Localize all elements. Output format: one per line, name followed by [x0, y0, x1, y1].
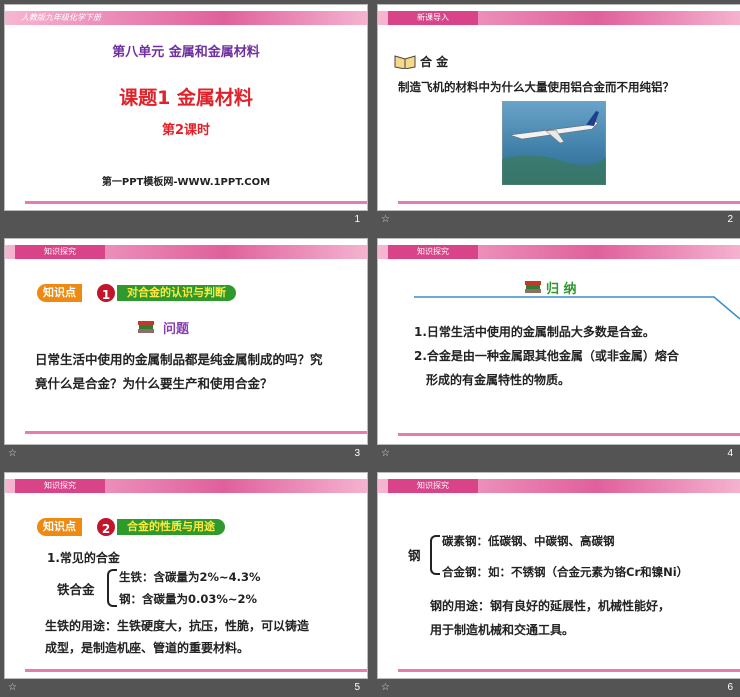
star-icon: ☆: [8, 448, 17, 459]
credit-text: 第一PPT模板网-WWW.1PPT.COM: [101, 177, 271, 188]
slide-number: 5: [354, 682, 360, 693]
slide-1-canvas: 人教版九年级化学下册 第八单元 金属和金属材料 课题1 金属材料 第2课时 第一…: [4, 4, 368, 211]
slide-footer: ☆ 5: [4, 679, 368, 697]
divider: [398, 669, 740, 672]
decor-line: [414, 296, 740, 320]
slide-3-canvas: 知识探究 知识点 对合金的认识与判断 1 问题 日常生活中使用的金属制品都是纯金…: [4, 238, 368, 445]
kp-number: 1: [95, 282, 117, 304]
section-heading: 问题: [163, 322, 190, 337]
kp-label: 知识点: [37, 284, 82, 302]
brace: [107, 569, 117, 607]
slide-thumbnail-1[interactable]: 人教版九年级化学下册 第八单元 金属和金属材料 课题1 金属材料 第2课时 第一…: [4, 4, 368, 229]
section-header: 知识探究: [15, 479, 105, 493]
slide-2-canvas: 新课导入 合 金 制造飞机的材料中为什么大量使用铝合金而不用纯铝？: [377, 4, 740, 211]
body-line-1: 日常生活中使用的金属制品都是纯金属制成的吗？究: [35, 352, 323, 367]
brace: [430, 535, 440, 575]
kp-number: 2: [95, 516, 117, 538]
kp-title: 合金的性质与用途: [117, 519, 225, 535]
slide-footer: ☆ 4: [377, 445, 740, 463]
slide-footer: 1: [4, 211, 368, 229]
topic-title: 合 金: [420, 55, 449, 69]
slide-thumbnail-4[interactable]: 知识探究 归 纳 1.日常生活中使用的金属制品大多数是合金。 2.合金是由一种金…: [377, 238, 740, 463]
slide-footer: ☆ 2: [377, 211, 740, 229]
body-line-2: 2.合金是由一种金属跟其他金属（或非金属）熔合: [414, 349, 679, 363]
group-label: 钢: [408, 548, 421, 563]
lesson-subtitle: 第2课时: [161, 123, 211, 138]
star-icon: ☆: [8, 682, 17, 693]
item-1: 碳素钢：低碳钢、中碳钢、高碳钢: [442, 534, 615, 548]
body-line-2: 用于制造机械和交通工具。: [430, 623, 575, 637]
divider: [25, 669, 367, 672]
lesson-title: 课题1 金属材料: [119, 87, 253, 109]
divider: [25, 201, 367, 204]
slide-5-canvas: 知识探究 知识点 合金的性质与用途 2 1.常见的合金 铁合金 生铁：含碳量为2…: [4, 472, 368, 679]
section-header: 新课导入: [388, 11, 478, 25]
body-line-1: 生铁的用途：生铁硬度大，抗压，性脆，可以铸造: [45, 619, 310, 633]
body-line-2: 成型，是制造机座、管道的重要材料。: [45, 641, 250, 655]
star-icon: ☆: [381, 448, 390, 459]
item-1: 生铁：含碳量为2%~4.3%: [119, 570, 261, 584]
body-line-3: 形成的有金属特性的物质。: [426, 373, 571, 387]
section-header: 知识探究: [15, 245, 105, 259]
star-icon: ☆: [381, 214, 390, 225]
book-icon: [525, 281, 541, 293]
book-icon: [394, 55, 416, 69]
body-line-1: 钢的用途：钢有良好的延展性，机械性能好，: [430, 599, 671, 613]
group-label: 铁合金: [57, 582, 95, 597]
slide-thumbnail-2[interactable]: 新课导入 合 金 制造飞机的材料中为什么大量使用铝合金而不用纯铝？ ☆ 2: [377, 4, 740, 229]
unit-title: 第八单元 金属和金属材料: [112, 45, 260, 60]
star-icon: ☆: [381, 682, 390, 693]
banner-text: 人教版九年级化学下册: [21, 13, 101, 22]
kp-title: 对合金的认识与判断: [117, 285, 236, 301]
section-header: 知识探究: [388, 245, 478, 259]
slide-thumbnail-3[interactable]: 知识探究 知识点 对合金的认识与判断 1 问题 日常生活中使用的金属制品都是纯金…: [4, 238, 368, 463]
slide-number: 2: [727, 214, 733, 225]
slide-number: 6: [727, 682, 733, 693]
question-text: 制造飞机的材料中为什么大量使用铝合金而不用纯铝？: [398, 80, 674, 94]
slide-number: 3: [354, 448, 360, 459]
slide-4-canvas: 知识探究 归 纳 1.日常生活中使用的金属制品大多数是合金。 2.合金是由一种金…: [377, 238, 740, 445]
book-icon: [138, 321, 154, 333]
subheading: 1.常见的合金: [47, 551, 120, 565]
airplane-image: [502, 101, 606, 185]
divider: [398, 433, 740, 436]
slide-footer: ☆ 6: [377, 679, 740, 697]
kp-label: 知识点: [37, 518, 82, 536]
divider: [25, 431, 367, 434]
body-line-1: 1.日常生活中使用的金属制品大多数是合金。: [414, 325, 655, 339]
item-2: 合金钢：如：不锈钢（合金元素为铬Cr和镍Ni）: [442, 565, 689, 579]
slide-thumbnail-6[interactable]: 知识探究 钢 碳素钢：低碳钢、中碳钢、高碳钢 合金钢：如：不锈钢（合金元素为铬C…: [377, 472, 740, 697]
slide-number: 1: [354, 214, 360, 225]
slide-number: 4: [727, 448, 733, 459]
item-2: 钢：含碳量为0.03%~2%: [119, 592, 258, 606]
body-line-2: 竟什么是合金？为什么要生产和使用合金？: [35, 376, 273, 391]
slide-6-canvas: 知识探究 钢 碳素钢：低碳钢、中碳钢、高碳钢 合金钢：如：不锈钢（合金元素为铬C…: [377, 472, 740, 679]
divider: [398, 201, 740, 204]
section-header: 知识探究: [388, 479, 478, 493]
slide-thumbnail-5[interactable]: 知识探究 知识点 合金的性质与用途 2 1.常见的合金 铁合金 生铁：含碳量为2…: [4, 472, 368, 697]
slide-footer: ☆ 3: [4, 445, 368, 463]
